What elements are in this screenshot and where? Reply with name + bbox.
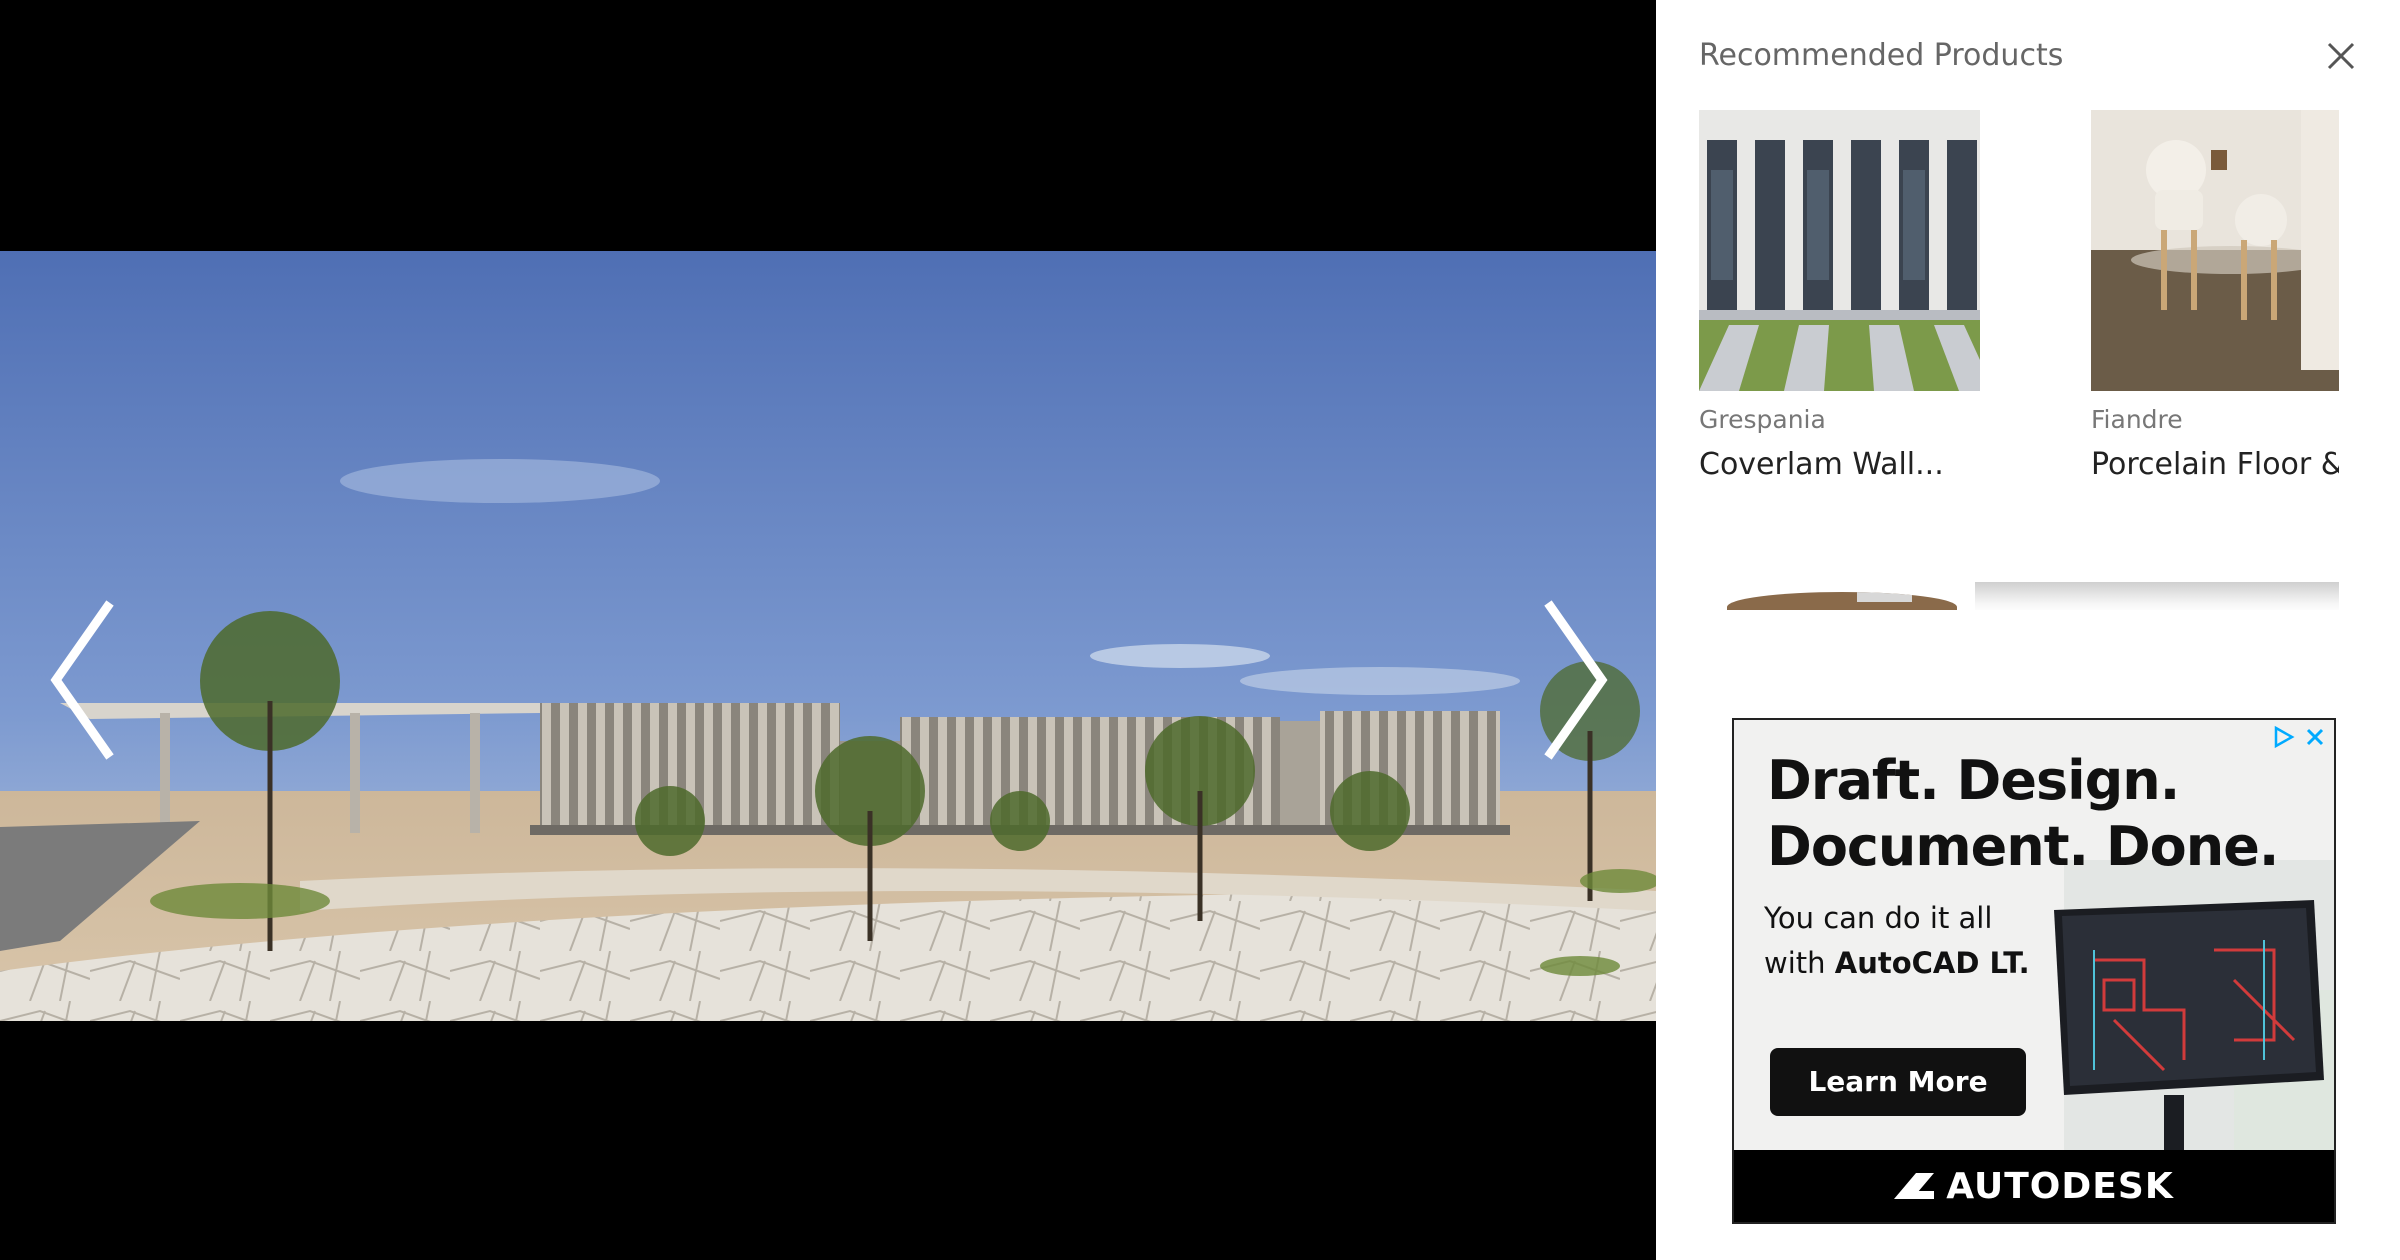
product-image xyxy=(1727,592,1957,610)
product-brand: Fiandre xyxy=(2091,405,2183,434)
adchoices-icon[interactable] xyxy=(2270,724,2296,750)
gallery-next-button[interactable] xyxy=(1528,595,1618,765)
panel-header: Recommended Products xyxy=(1699,34,2359,78)
ad-close-icon[interactable] xyxy=(2302,724,2328,750)
lightbox: Recommended Products Grespania Coverlam … xyxy=(0,0,2400,1260)
ad-headline-line: Document. Done. xyxy=(1767,815,2279,878)
product-row-peek xyxy=(1699,582,2339,610)
chevron-left-icon xyxy=(50,600,114,760)
product-image[interactable] xyxy=(2091,110,2339,391)
gallery-viewer xyxy=(0,0,1656,1260)
ad-subtext-prefix: with xyxy=(1764,946,1835,980)
ad-controls xyxy=(2270,724,2328,750)
product-image xyxy=(1975,582,2339,610)
product-card[interactable]: Fiandre Porcelain Floor &... xyxy=(2091,110,2339,485)
monitor-image xyxy=(2034,890,2334,1150)
learn-more-button[interactable]: Learn More xyxy=(1770,1048,2026,1116)
product-name[interactable]: Porcelain Floor &... xyxy=(2091,445,2339,485)
panel-title: Recommended Products xyxy=(1699,38,2064,73)
product-brand: Grespania xyxy=(1699,405,1826,434)
ad-headline-line: Draft. Design. xyxy=(1767,749,2180,812)
ad-brand: AUTODESK xyxy=(1946,1165,2174,1207)
product-card[interactable]: Grespania Coverlam Wall... xyxy=(1699,110,1980,485)
building-photo xyxy=(0,251,1656,1021)
advertisement[interactable]: Draft. Design. Document. Done. You can d… xyxy=(1732,718,2336,1224)
ad-product-name: AutoCAD LT. xyxy=(1834,946,2030,980)
ad-subtext-line: You can do it all xyxy=(1764,901,1993,935)
autodesk-logo-icon xyxy=(1894,1173,1935,1199)
product-list: Grespania Coverlam Wall... Fiandre Porce… xyxy=(1699,110,2339,610)
recommended-panel: Recommended Products Grespania Coverlam … xyxy=(1656,0,2400,1260)
ad-subtext: You can do it all with AutoCAD LT. xyxy=(1764,896,2030,986)
ad-headline: Draft. Design. Document. Done. xyxy=(1767,748,2279,880)
close-button[interactable] xyxy=(2323,38,2359,74)
product-image[interactable] xyxy=(1699,110,1980,391)
chevron-right-icon xyxy=(1544,600,1608,760)
close-icon xyxy=(2327,42,2355,70)
gallery-prev-button[interactable] xyxy=(40,595,130,765)
product-name[interactable]: Coverlam Wall... xyxy=(1699,445,1980,485)
ad-footer: AUTODESK xyxy=(1734,1150,2334,1222)
ad-subtext-line: with AutoCAD LT. xyxy=(1764,941,2030,986)
gallery-photo xyxy=(0,251,1656,1021)
